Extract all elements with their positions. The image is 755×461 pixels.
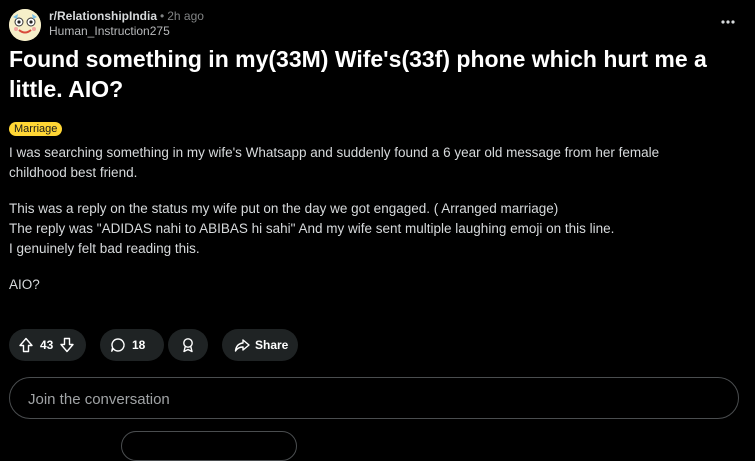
subreddit-avatar[interactable] (9, 9, 41, 41)
body-line: AIO? (9, 277, 40, 292)
body-paragraph: I was searching something in my wife's W… (9, 143, 739, 183)
body-line: childhood best friend. (9, 165, 138, 180)
post-meta: r/RelationshipIndia • 2h ago Human_Instruc… (49, 9, 204, 39)
upvote-count: 43 (40, 338, 54, 352)
body-paragraph: AIO? (9, 275, 739, 295)
body-paragraph: This was a reply on the status my wife p… (9, 199, 739, 259)
share-button[interactable]: Share (222, 329, 298, 361)
subreddit-name[interactable]: r/RelationshipIndia (49, 9, 157, 23)
downvote-icon (60, 337, 75, 353)
avatar-image (9, 9, 41, 41)
vote-control: 43 (9, 329, 86, 361)
body-line: I genuinely felt bad reading this. (9, 241, 200, 256)
post-header: r/RelationshipIndia • 2h ago Human_Instruc… (9, 7, 755, 41)
comment-count: 18 (132, 338, 146, 352)
upvote-icon (19, 337, 33, 353)
award-icon (180, 337, 196, 353)
more-icon (721, 20, 735, 24)
post-flair[interactable]: Marriage (9, 122, 63, 136)
post-title[interactable]: Found something in my(33M) Wife's(33f) p… (9, 44, 739, 104)
comment-icon (110, 337, 126, 353)
comment-sort-dropdown[interactable] (121, 431, 297, 461)
meta-separator: • (160, 9, 165, 23)
more-options-button[interactable] (717, 11, 739, 33)
upvote-button[interactable] (18, 337, 34, 353)
comment-box (9, 377, 739, 420)
body-line: The reply was "ADIDAS nahi to ABIBAS hi … (9, 221, 615, 236)
post-time: 2h ago (167, 9, 204, 23)
share-icon (234, 337, 250, 353)
downvote-button[interactable] (59, 337, 75, 353)
post-body: I was searching something in my wife's W… (9, 143, 739, 311)
share-label: Share (255, 338, 289, 352)
body-line: This was a reply on the status my wife p… (9, 201, 559, 216)
body-line: I was searching something in my wife's W… (9, 145, 660, 160)
join-conversation-input[interactable] (26, 378, 720, 420)
post-author[interactable]: Human_Instruction275 (49, 24, 204, 39)
comments-button[interactable]: 18 (100, 329, 164, 361)
award-button[interactable] (168, 329, 208, 361)
subreddit-line: r/RelationshipIndia • 2h ago (49, 9, 204, 24)
